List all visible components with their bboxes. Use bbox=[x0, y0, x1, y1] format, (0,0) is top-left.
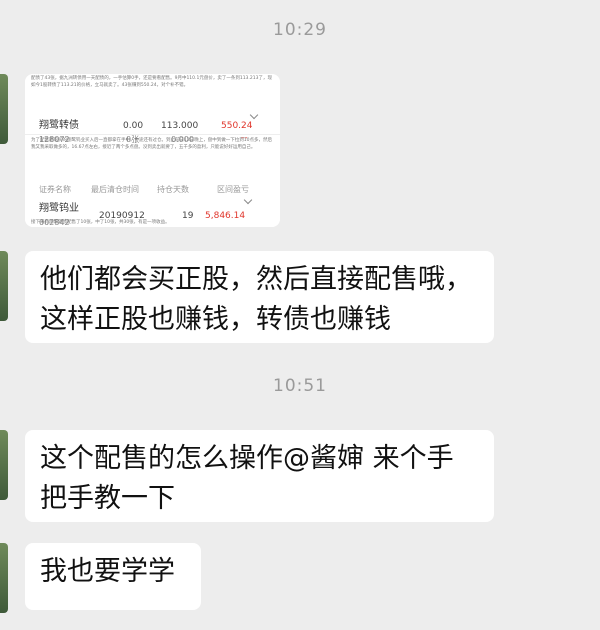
timestamp: 10:51 bbox=[273, 376, 327, 396]
image-message[interactable]: 配债了43张，据九洲转债用一天配债的，一手估算0手，还是要看配售。9月中110.… bbox=[25, 74, 280, 227]
timestamp: 10:29 bbox=[273, 20, 327, 40]
message-bubble[interactable]: 这个配售的怎么操作@酱婶 来个手把手教一下 bbox=[25, 430, 494, 522]
message-bubble[interactable]: 他们都会买正股，然后直接配售哦，这样正股也赚钱，转债也赚钱 bbox=[25, 251, 494, 343]
trade-record-screenshot: 配债了43张，据九洲转债用一天配债的，一手估算0手，还是要看配售。9月中110.… bbox=[25, 74, 280, 227]
avatar[interactable] bbox=[0, 251, 8, 321]
screenshot-note: 接下来有翔鹭转债配售了10张，中了10张，共30张，有是一项收益。 bbox=[31, 220, 170, 225]
message-text: 我也要学学 bbox=[40, 556, 175, 587]
divider bbox=[25, 134, 280, 135]
screenshot-note: 配债了43张，据九洲转债用一天配债的，一手估算0手，还是要看配售。9月中110.… bbox=[31, 76, 272, 88]
avatar[interactable] bbox=[0, 74, 8, 144]
avatar[interactable] bbox=[0, 430, 8, 500]
message-text: 他们都会买正股，然后直接配售哦，这样正股也赚钱，转债也赚钱 bbox=[40, 264, 472, 335]
message-bubble[interactable]: 我也要学学 bbox=[25, 543, 201, 610]
message-text: 这个配售的怎么操作@酱婶 来个手把手教一下 bbox=[40, 443, 454, 514]
avatar[interactable] bbox=[0, 543, 8, 613]
screenshot-note: 为了配售而购买的翔鹭钨业买入后一直都拿在手中，中途还有过仓。到止前日12日晚上，… bbox=[31, 138, 272, 150]
